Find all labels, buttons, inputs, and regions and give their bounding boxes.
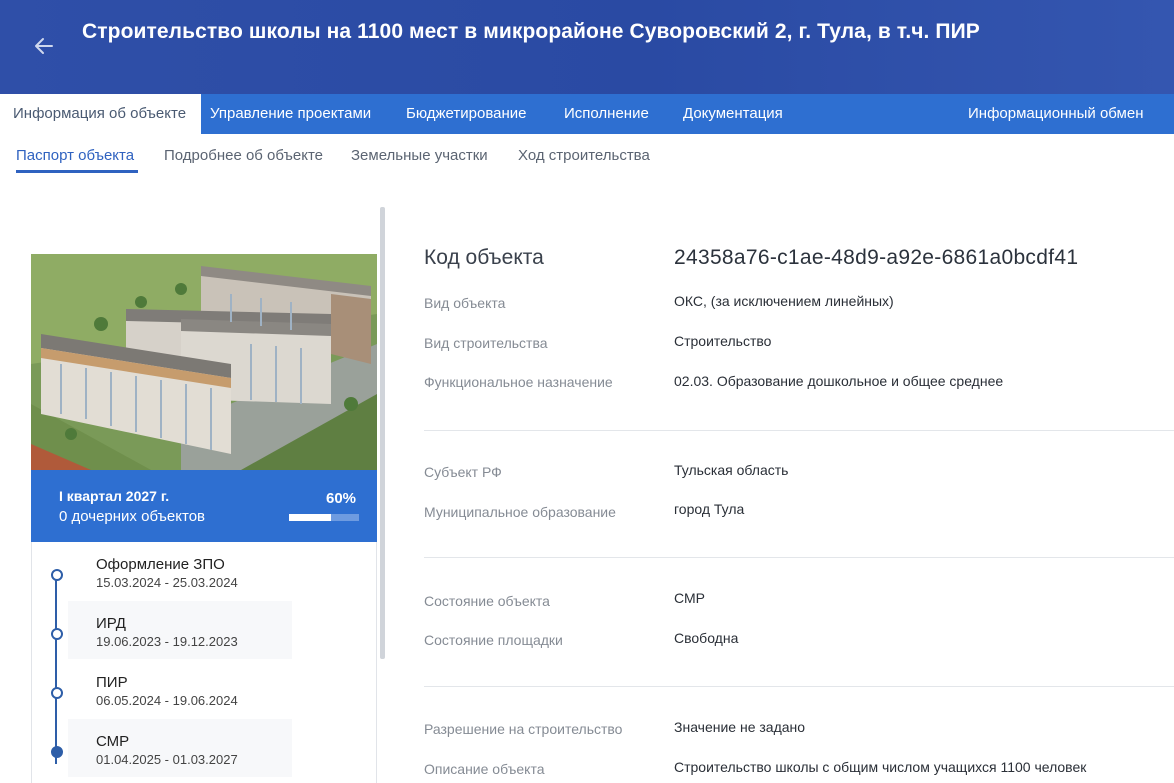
stage-dot [51, 628, 63, 640]
field-value: Значение не задано [674, 719, 806, 735]
field-label: Разрешение на строительство [424, 721, 623, 737]
stage-dot-active [51, 746, 63, 758]
field-value: город Тула [674, 501, 745, 517]
stage-dot [51, 569, 63, 581]
stage-name: СМР [96, 733, 130, 750]
stages-timeline: Оформление ЗПО 15.03.2024 - 25.03.2024 И… [31, 542, 377, 783]
stage-dates: 15.03.2024 - 25.03.2024 [96, 575, 238, 590]
object-code-label: Код объекта [424, 246, 544, 269]
active-subtab-indicator [16, 170, 138, 173]
stage-dates: 01.04.2025 - 01.03.2027 [96, 752, 238, 767]
field-label: Муниципальное образование [424, 504, 616, 520]
field-label: Состояние площадки [424, 632, 563, 648]
field-label: Субъект РФ [424, 464, 502, 480]
child-objects-count: 0 дочерних объектов [59, 508, 206, 525]
stage-name: Оформление ЗПО [96, 556, 225, 573]
progress-bar [289, 514, 359, 521]
stage-item[interactable]: Оформление ЗПО 15.03.2024 - 25.03.2024 [51, 542, 292, 600]
field-label: Вид строительства [424, 335, 548, 351]
field-label: Состояние объекта [424, 593, 550, 609]
field-value: Свободна [674, 630, 739, 646]
stage-item[interactable]: СМР 01.04.2025 - 01.03.2027 [51, 719, 292, 777]
stage-name: ИРД [96, 615, 126, 632]
field-label: Функциональное назначение [424, 374, 613, 390]
timeline-line [55, 574, 57, 764]
field-label: Описание объекта [424, 761, 545, 777]
completion-quarter: I квартал 2027 г. [59, 488, 170, 504]
stage-item[interactable]: ИРД 19.06.2023 - 19.12.2023 [51, 601, 292, 659]
field-label: Вид объекта [424, 295, 506, 311]
back-arrow-icon[interactable] [30, 32, 58, 60]
stage-item[interactable]: ПИР 06.05.2024 - 19.06.2024 [51, 660, 292, 718]
divider [424, 686, 1174, 687]
tab-object-info[interactable]: Информация об объекте [0, 94, 201, 134]
subtab-object-passport[interactable]: Паспорт объекта [16, 147, 134, 164]
stage-dates: 19.06.2023 - 19.12.2023 [96, 634, 238, 649]
progress-percent: 60% [326, 490, 357, 507]
stage-dates: 06.05.2024 - 19.06.2024 [96, 693, 238, 708]
field-value: Строительство школы с общим числом учащи… [674, 759, 1087, 775]
field-value: ОКС, (за исключением линейных) [674, 293, 894, 309]
scrollbar[interactable] [380, 207, 385, 659]
field-value: СМР [674, 590, 705, 606]
stage-dot [51, 687, 63, 699]
field-value: Строительство [674, 333, 772, 349]
subtab-object-details[interactable]: Подробнее об объекте [164, 147, 323, 164]
field-value: 02.03. Образование дошкольное и общее ср… [674, 373, 1004, 389]
field-value: Тульская область [674, 462, 789, 478]
divider [424, 430, 1174, 431]
object-info-panel: Код объекта 24358a76-c1ae-48d9-a92e-6861… [424, 0, 1174, 783]
stage-name: ПИР [96, 674, 128, 691]
tab-project-management[interactable]: Управление проектами [210, 94, 371, 134]
progress-bar-fill [289, 514, 331, 521]
divider [424, 557, 1174, 558]
object-code-value: 24358a76-c1ae-48d9-a92e-6861a0bcdf41 [674, 246, 1079, 269]
object-photo [31, 254, 377, 470]
progress-panel: I квартал 2027 г. 0 дочерних объектов 60… [31, 470, 377, 542]
